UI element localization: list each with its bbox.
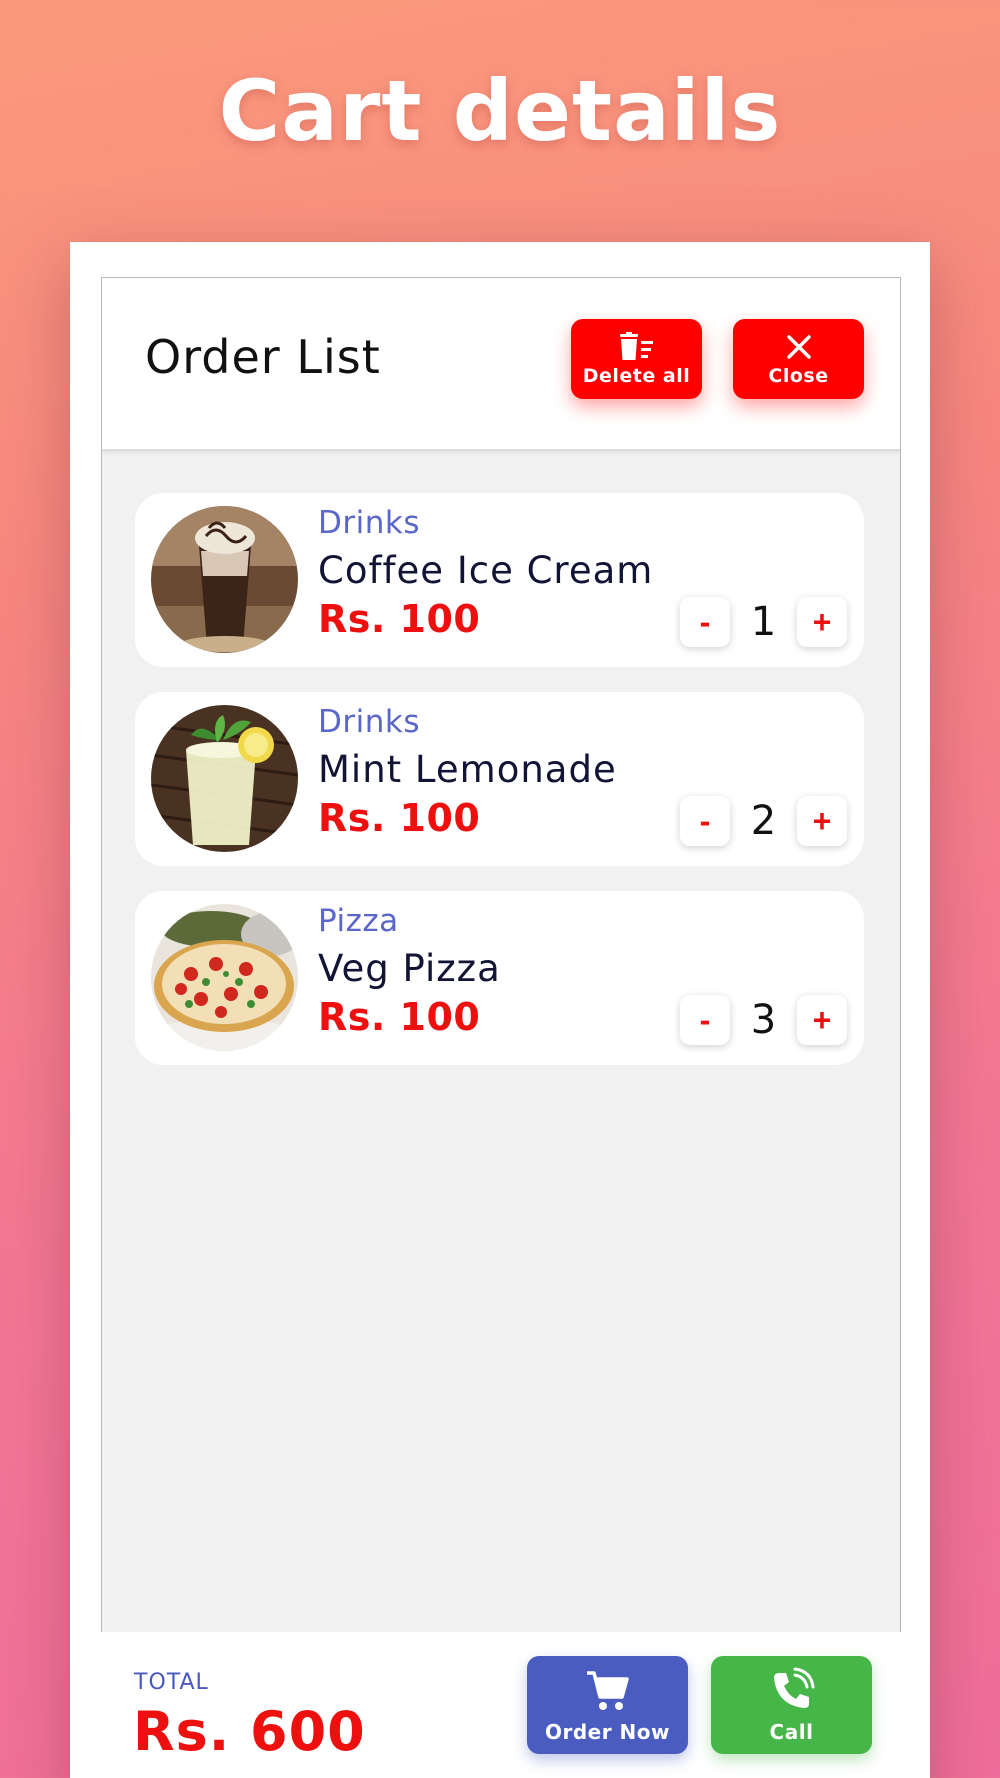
app-screen: Order List Delete all Close Drinks Coffe… xyxy=(101,277,901,1777)
mint-lemonade-image xyxy=(151,705,298,852)
checkout-footer: TOTAL Rs. 600 Order Now Call xyxy=(101,1632,901,1778)
item-quantity: 2 xyxy=(750,798,777,844)
item-category: Pizza xyxy=(318,903,399,939)
total-value: Rs. 600 xyxy=(133,1700,366,1763)
call-button[interactable]: Call xyxy=(711,1656,872,1754)
decrease-quantity-button[interactable]: - xyxy=(680,597,730,647)
delete-all-button[interactable]: Delete all xyxy=(571,319,702,399)
coffee-ice-cream-image xyxy=(151,506,298,653)
decrease-quantity-button[interactable]: - xyxy=(680,796,730,846)
item-price: Rs. 100 xyxy=(318,597,481,641)
cart-item: Drinks Coffee Ice Cream Rs. 100 - 1 + xyxy=(135,493,864,667)
total-label: TOTAL xyxy=(134,1670,209,1695)
call-label: Call xyxy=(769,1719,814,1744)
page-title: Order List xyxy=(145,330,381,384)
phone-icon xyxy=(769,1667,815,1716)
hero-title: Cart details xyxy=(218,62,782,160)
close-icon xyxy=(785,331,813,363)
item-name: Veg Pizza xyxy=(318,947,501,990)
item-name: Coffee Ice Cream xyxy=(318,549,654,592)
veg-pizza-image xyxy=(151,904,298,1051)
close-label: Close xyxy=(768,365,829,387)
item-quantity: 1 xyxy=(750,599,777,645)
increase-quantity-button[interactable]: + xyxy=(797,995,847,1045)
cart-item: Drinks Mint Lemonade Rs. 100 - 2 + xyxy=(135,692,864,866)
decrease-quantity-button[interactable]: - xyxy=(680,995,730,1045)
device-frame: Order List Delete all Close Drinks Coffe… xyxy=(70,242,930,1778)
cart-item: Pizza Veg Pizza Rs. 100 - 3 + xyxy=(135,891,864,1065)
item-name: Mint Lemonade xyxy=(318,748,617,791)
close-button[interactable]: Close xyxy=(733,319,864,399)
item-category: Drinks xyxy=(318,505,420,541)
item-quantity: 3 xyxy=(750,997,777,1043)
order-now-label: Order Now xyxy=(544,1719,671,1744)
item-price: Rs. 100 xyxy=(318,796,481,840)
order-list-header: Order List Delete all Close xyxy=(102,278,900,451)
cart-icon xyxy=(585,1667,631,1716)
increase-quantity-button[interactable]: + xyxy=(797,796,847,846)
item-price: Rs. 100 xyxy=(318,995,481,1039)
trash-list-icon xyxy=(617,331,657,363)
order-now-button[interactable]: Order Now xyxy=(527,1656,688,1754)
increase-quantity-button[interactable]: + xyxy=(797,597,847,647)
delete-all-label: Delete all xyxy=(582,365,691,387)
item-category: Drinks xyxy=(318,704,420,740)
